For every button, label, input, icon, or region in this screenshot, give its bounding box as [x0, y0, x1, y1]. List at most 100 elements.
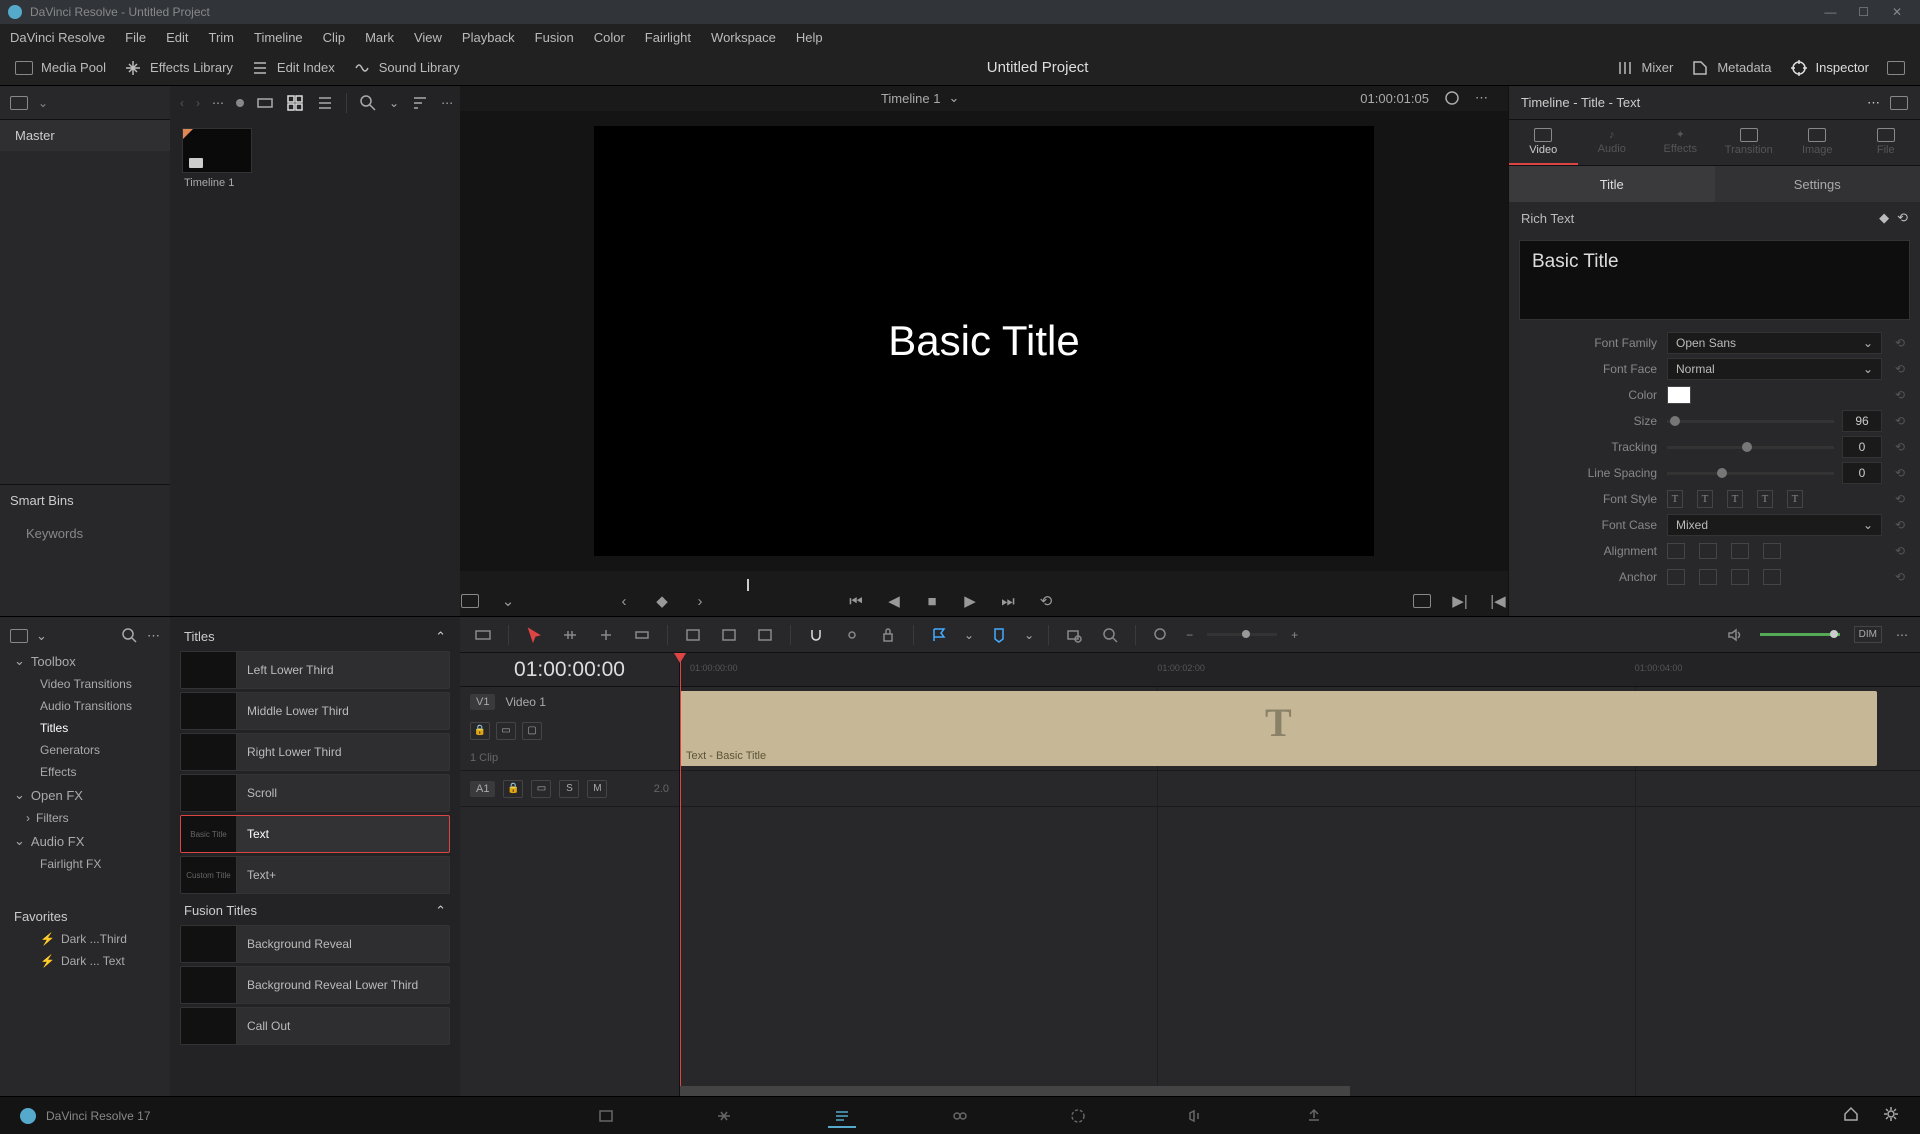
align-left-button[interactable] [1667, 543, 1685, 559]
menu-fusion[interactable]: Fusion [535, 30, 574, 45]
autoselect-icon[interactable]: ▭ [531, 780, 551, 798]
sort-icon[interactable] [411, 94, 429, 112]
subtab-title[interactable]: Title [1509, 166, 1715, 202]
anchor-tc-button[interactable] [1699, 569, 1717, 585]
timeline-name[interactable]: Timeline 1 [881, 91, 940, 106]
reset-icon[interactable]: ⟲ [1892, 492, 1908, 506]
anchor-tl-button[interactable] [1667, 569, 1685, 585]
last-frame-button[interactable]: ⏭ [998, 591, 1018, 611]
collapse-icon[interactable]: ⌃ [435, 903, 446, 919]
viewer-timecode[interactable]: 01:00:01:05 [1360, 91, 1429, 106]
next-edit-icon[interactable]: ▶| [1450, 591, 1470, 611]
tab-video[interactable]: Video [1509, 120, 1578, 165]
overline-button[interactable]: T [1727, 490, 1743, 508]
strip-view-icon[interactable] [256, 94, 274, 112]
loop-button[interactable]: ⟲ [1036, 591, 1056, 611]
menu-view[interactable]: View [414, 30, 442, 45]
subscript-button[interactable]: T [1787, 490, 1803, 508]
tracking-slider[interactable] [1667, 446, 1834, 449]
more-icon[interactable]: ⋯ [441, 96, 453, 110]
font-face-select[interactable]: Normal⌄ [1667, 358, 1882, 380]
favorite-item[interactable]: ⚡Dark ...Third [0, 928, 170, 950]
mute-button[interactable]: M [587, 780, 607, 798]
inspector-toggle[interactable]: Inspector [1790, 59, 1869, 77]
metadata-toggle[interactable]: Metadata [1691, 59, 1771, 77]
v1-lane[interactable]: T Text - Basic Title [680, 687, 1920, 771]
trim-tool[interactable] [559, 624, 581, 646]
home-icon[interactable] [1842, 1105, 1860, 1126]
menu-davinci[interactable]: DaVinci Resolve [10, 30, 105, 45]
underline-button[interactable]: T [1667, 490, 1683, 508]
tree-openfx[interactable]: ⌄Open FX [0, 783, 170, 807]
reset-icon[interactable]: ⟲ [1892, 414, 1908, 428]
mute-icon[interactable] [1724, 624, 1746, 646]
track-a1-tag[interactable]: A1 [470, 781, 495, 797]
settings-icon[interactable] [1882, 1105, 1900, 1126]
replace-tool[interactable] [754, 624, 776, 646]
page-deliver[interactable] [1300, 1104, 1328, 1128]
tree-titles[interactable]: Titles [0, 717, 170, 739]
sound-library-toggle[interactable]: Sound Library [353, 59, 460, 77]
timeline-clip-thumb[interactable] [182, 128, 252, 173]
tree-fairlightfx[interactable]: Fairlight FX [0, 853, 170, 875]
nav-back-icon[interactable]: ‹ [180, 96, 184, 110]
effect-item[interactable]: Scroll [180, 774, 450, 812]
zoom-fit[interactable] [1150, 624, 1172, 646]
timeline-timecode[interactable]: 01:00:00:00 [460, 653, 680, 686]
expand-icon[interactable] [1887, 61, 1905, 75]
font-family-select[interactable]: Open Sans⌄ [1667, 332, 1882, 354]
chevron-icon[interactable]: ⌄ [389, 96, 399, 110]
chevron-icon[interactable]: ⌄ [36, 628, 47, 644]
page-fairlight[interactable] [1182, 1104, 1210, 1128]
keyframe-icon[interactable]: ◆ [1879, 210, 1889, 226]
edit-index-toggle[interactable]: Edit Index [251, 59, 335, 77]
title-text-input[interactable]: Basic Title [1519, 240, 1910, 320]
list-view-icon[interactable] [316, 94, 334, 112]
a1-lane[interactable] [680, 771, 1920, 807]
zoom-in[interactable]: + [1291, 628, 1298, 642]
selection-tool[interactable] [523, 624, 545, 646]
align-justify-button[interactable] [1763, 543, 1781, 559]
autoselect-icon[interactable]: ▭ [496, 722, 516, 740]
subtab-settings[interactable]: Settings [1715, 166, 1920, 202]
timeline-lanes[interactable]: T Text - Basic Title [680, 687, 1920, 1096]
linespacing-input[interactable]: 0 [1842, 462, 1882, 484]
menu-fairlight[interactable]: Fairlight [645, 30, 691, 45]
menu-workspace[interactable]: Workspace [711, 30, 776, 45]
collapse-icon[interactable]: ⌃ [435, 629, 446, 645]
mixer-toggle[interactable]: Mixer [1616, 59, 1674, 77]
tracking-input[interactable]: 0 [1842, 436, 1882, 458]
page-cut[interactable] [710, 1104, 738, 1128]
reset-icon[interactable]: ⟲ [1892, 466, 1908, 480]
effect-item[interactable]: Middle Lower Third [180, 692, 450, 730]
zoom-out[interactable]: − [1186, 628, 1193, 642]
menu-playback[interactable]: Playback [462, 30, 515, 45]
menu-color[interactable]: Color [594, 30, 625, 45]
tab-audio[interactable]: ♪Audio [1578, 120, 1647, 165]
stop-button[interactable]: ■ [922, 591, 942, 611]
close-button[interactable]: ✕ [1882, 5, 1912, 19]
disable-icon[interactable]: ▢ [522, 722, 542, 740]
effect-item[interactable]: Background Reveal Lower Third [180, 966, 450, 1004]
chevron-icon[interactable]: ⌄ [964, 628, 974, 642]
chevron-down-icon[interactable]: ⌄ [948, 90, 959, 106]
track-a1-header[interactable]: A1 🔒 ▭ S M 2.0 [460, 771, 679, 807]
tree-toolbox[interactable]: ⌄Toolbox [0, 649, 170, 673]
lock-icon[interactable]: 🔒 [503, 780, 523, 798]
grid-view-icon[interactable] [286, 94, 304, 112]
menu-clip[interactable]: Clip [323, 30, 345, 45]
align-center-button[interactable] [1699, 543, 1717, 559]
reset-icon[interactable]: ⟲ [1897, 210, 1908, 226]
reset-icon[interactable]: ⟲ [1892, 570, 1908, 584]
page-edit[interactable] [828, 1104, 856, 1128]
chevron-icon[interactable]: ⌄ [1024, 628, 1034, 642]
marker-icon[interactable]: ◆ [652, 591, 672, 611]
reset-icon[interactable]: ⟲ [1892, 440, 1908, 454]
panel-icon[interactable] [10, 629, 28, 643]
clip-name[interactable]: Timeline 1 [170, 177, 460, 189]
tab-transition[interactable]: Transition [1715, 120, 1784, 165]
media-pool-toggle[interactable]: Media Pool [15, 60, 106, 75]
effects-library-toggle[interactable]: Effects Library [124, 59, 233, 77]
tree-audiofx[interactable]: ⌄Audio FX [0, 829, 170, 853]
match-frame-icon[interactable] [1412, 591, 1432, 611]
